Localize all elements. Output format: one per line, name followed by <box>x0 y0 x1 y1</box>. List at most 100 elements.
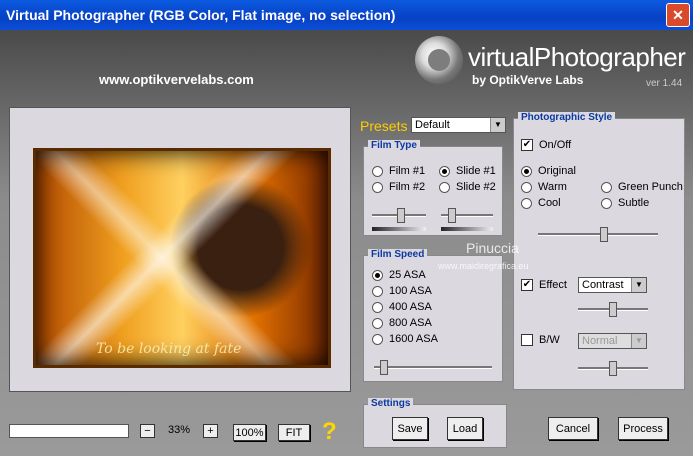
asa-400-label: 400 ASA <box>389 301 432 313</box>
gradient-bar-1 <box>372 227 426 231</box>
original-label: Original <box>538 165 576 177</box>
chevron-down-icon[interactable]: ▼ <box>490 118 505 132</box>
zoom-level: 33% <box>167 424 191 436</box>
close-button[interactable]: ✕ <box>666 3 690 27</box>
bw-checkbox[interactable]: B/W <box>521 334 560 346</box>
radio-icon <box>372 317 383 329</box>
film-speed-title: Film Speed <box>368 249 428 260</box>
cancel-button[interactable]: Cancel <box>548 417 598 440</box>
effect-checkbox[interactable]: ✔ Effect <box>521 279 567 291</box>
fit-button[interactable]: FIT <box>278 424 310 441</box>
asa-1600-label: 1600 ASA <box>389 333 438 345</box>
radio-icon <box>601 197 612 209</box>
slider-thumb[interactable] <box>600 227 608 242</box>
asa-25-radio[interactable]: 25 ASA <box>372 269 426 281</box>
film-speed-slider[interactable] <box>374 360 492 375</box>
bw-slider[interactable] <box>578 361 648 376</box>
zoom-in-button[interactable]: + <box>203 424 218 438</box>
presets-select[interactable]: Default ▼ <box>411 117 506 133</box>
radio-icon <box>521 197 532 209</box>
image-watermark: To be looking at fate <box>96 341 242 357</box>
version-label: ver 1.44 <box>646 78 683 89</box>
subtle-label: Subtle <box>618 197 650 209</box>
subtle-radio[interactable]: Subtle <box>601 197 649 209</box>
slider-thumb[interactable] <box>609 361 617 376</box>
brand-name: virtualPhotographer <box>468 42 686 72</box>
checkbox-icon: ✔ <box>521 139 533 151</box>
radio-icon <box>521 181 532 193</box>
radio-icon <box>372 269 383 281</box>
cool-radio[interactable]: Cool <box>521 197 561 209</box>
effect-select[interactable]: Contrast ▼ <box>578 277 647 293</box>
film-type-slider-2[interactable] <box>441 208 493 223</box>
onoff-label: On/Off <box>539 139 572 151</box>
film-1-radio[interactable]: Film #1 <box>372 165 425 177</box>
presets-value: Default <box>415 119 450 131</box>
preview-image[interactable]: To be looking at fate <box>33 148 331 368</box>
asa-25-label: 25 ASA <box>389 269 426 281</box>
chevron-down-icon[interactable]: ▼ <box>631 334 646 348</box>
bw-select[interactable]: Normal ▼ <box>578 333 647 349</box>
load-button[interactable]: Load <box>447 417 483 440</box>
website-url[interactable]: www.optikvervelabs.com <box>99 72 254 87</box>
settings-title: Settings <box>368 398 414 409</box>
checkbox-icon <box>521 334 533 346</box>
effect-slider[interactable] <box>578 302 648 317</box>
window-title: Virtual Photographer (RGB Color, Flat im… <box>6 7 396 23</box>
film-1-label: Film #1 <box>389 165 426 177</box>
process-button[interactable]: Process <box>618 417 668 440</box>
asa-100-label: 100 ASA <box>389 285 432 297</box>
asa-800-label: 800 ASA <box>389 317 432 329</box>
effect-label: Effect <box>539 279 567 291</box>
radio-icon <box>372 285 383 297</box>
photographic-style-panel: Photographic Style <box>513 112 685 390</box>
slider-thumb[interactable] <box>609 302 617 317</box>
asa-100-radio[interactable]: 100 ASA <box>372 285 432 297</box>
warm-label: Warm <box>538 181 567 193</box>
onoff-checkbox[interactable]: ✔ On/Off <box>521 139 571 151</box>
radio-icon <box>372 181 383 193</box>
radio-icon <box>439 181 450 193</box>
cool-label: Cool <box>538 197 561 209</box>
radio-icon <box>372 301 383 313</box>
style-slider[interactable] <box>538 227 658 242</box>
zoom-out-button[interactable]: − <box>140 424 155 438</box>
film-type-title: Film Type <box>368 140 420 151</box>
bw-label: B/W <box>539 334 560 346</box>
effect-value: Contrast <box>582 279 624 291</box>
green-punch-label: Green Punch <box>618 181 683 193</box>
warm-radio[interactable]: Warm <box>521 181 567 193</box>
radio-icon <box>601 181 612 193</box>
logo-icon <box>415 36 463 84</box>
zoom-100-button[interactable]: 100% <box>233 424 266 441</box>
chevron-down-icon[interactable]: ▼ <box>631 278 646 292</box>
settings-panel: Settings <box>363 398 507 448</box>
slider-thumb[interactable] <box>397 208 405 223</box>
film-2-radio[interactable]: Film #2 <box>372 181 425 193</box>
slide-1-label: Slide #1 <box>456 165 496 177</box>
style-title: Photographic Style <box>518 112 616 123</box>
original-radio[interactable]: Original <box>521 165 576 177</box>
slide-1-radio[interactable]: Slide #1 <box>439 165 496 177</box>
watermark-name: Pinuccia <box>466 240 519 256</box>
slider-thumb[interactable] <box>380 360 388 375</box>
asa-1600-radio[interactable]: 1600 ASA <box>372 333 438 345</box>
slide-2-radio[interactable]: Slide #2 <box>439 181 496 193</box>
presets-label: Presets <box>360 118 408 134</box>
radio-icon <box>521 165 532 177</box>
film-type-slider-1[interactable] <box>372 208 426 223</box>
save-button[interactable]: Save <box>392 417 428 440</box>
progress-bar <box>9 424 129 438</box>
radio-icon <box>439 165 450 177</box>
asa-400-radio[interactable]: 400 ASA <box>372 301 432 313</box>
radio-icon <box>372 333 383 345</box>
asa-800-radio[interactable]: 800 ASA <box>372 317 432 329</box>
checkbox-icon: ✔ <box>521 279 533 291</box>
gradient-bar-2 <box>441 227 493 231</box>
watermark-url: www.maidiregrafica.eu <box>438 261 529 271</box>
slider-thumb[interactable] <box>448 208 456 223</box>
film-2-label: Film #2 <box>389 181 426 193</box>
title-bar: Virtual Photographer (RGB Color, Flat im… <box>0 0 693 30</box>
green-punch-radio[interactable]: Green Punch <box>601 181 683 193</box>
help-icon[interactable]: ? <box>322 418 337 446</box>
